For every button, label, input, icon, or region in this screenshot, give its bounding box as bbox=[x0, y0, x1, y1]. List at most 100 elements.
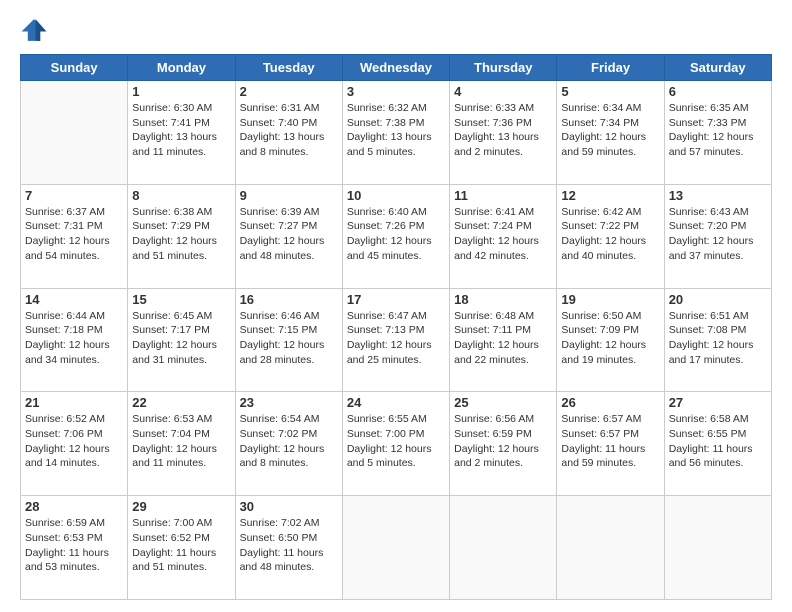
daylight-text: Daylight: 12 hours and 19 minutes. bbox=[561, 338, 659, 367]
sunrise-text: Sunrise: 6:33 AM bbox=[454, 101, 552, 116]
day-number: 5 bbox=[561, 84, 659, 99]
sunrise-text: Sunrise: 6:43 AM bbox=[669, 205, 767, 220]
sunset-text: Sunset: 6:50 PM bbox=[240, 531, 338, 546]
day-number: 3 bbox=[347, 84, 445, 99]
sunset-text: Sunset: 7:34 PM bbox=[561, 116, 659, 131]
sunrise-text: Sunrise: 6:39 AM bbox=[240, 205, 338, 220]
calendar-cell: 18 Sunrise: 6:48 AM Sunset: 7:11 PM Dayl… bbox=[450, 288, 557, 392]
calendar-week-row: 21 Sunrise: 6:52 AM Sunset: 7:06 PM Dayl… bbox=[21, 392, 772, 496]
sunrise-text: Sunrise: 6:56 AM bbox=[454, 412, 552, 427]
daylight-text: Daylight: 12 hours and 34 minutes. bbox=[25, 338, 123, 367]
day-number: 23 bbox=[240, 395, 338, 410]
sunrise-text: Sunrise: 6:37 AM bbox=[25, 205, 123, 220]
weekday-header: Tuesday bbox=[235, 55, 342, 81]
calendar-cell bbox=[664, 496, 771, 600]
sunrise-text: Sunrise: 6:40 AM bbox=[347, 205, 445, 220]
calendar-week-row: 7 Sunrise: 6:37 AM Sunset: 7:31 PM Dayli… bbox=[21, 184, 772, 288]
sunset-text: Sunset: 7:31 PM bbox=[25, 219, 123, 234]
logo-icon bbox=[20, 16, 48, 44]
sunrise-text: Sunrise: 6:45 AM bbox=[132, 309, 230, 324]
calendar-cell: 22 Sunrise: 6:53 AM Sunset: 7:04 PM Dayl… bbox=[128, 392, 235, 496]
day-number: 27 bbox=[669, 395, 767, 410]
day-number: 11 bbox=[454, 188, 552, 203]
day-number: 7 bbox=[25, 188, 123, 203]
sunset-text: Sunset: 6:52 PM bbox=[132, 531, 230, 546]
calendar-cell bbox=[557, 496, 664, 600]
sunset-text: Sunset: 7:06 PM bbox=[25, 427, 123, 442]
calendar-week-row: 1 Sunrise: 6:30 AM Sunset: 7:41 PM Dayli… bbox=[21, 81, 772, 185]
sunrise-text: Sunrise: 6:34 AM bbox=[561, 101, 659, 116]
day-number: 9 bbox=[240, 188, 338, 203]
calendar-cell: 15 Sunrise: 6:45 AM Sunset: 7:17 PM Dayl… bbox=[128, 288, 235, 392]
day-number: 10 bbox=[347, 188, 445, 203]
calendar-cell: 4 Sunrise: 6:33 AM Sunset: 7:36 PM Dayli… bbox=[450, 81, 557, 185]
day-number: 17 bbox=[347, 292, 445, 307]
calendar-cell: 30 Sunrise: 7:02 AM Sunset: 6:50 PM Dayl… bbox=[235, 496, 342, 600]
sunrise-text: Sunrise: 6:47 AM bbox=[347, 309, 445, 324]
calendar-cell: 6 Sunrise: 6:35 AM Sunset: 7:33 PM Dayli… bbox=[664, 81, 771, 185]
header bbox=[20, 16, 772, 44]
sunrise-text: Sunrise: 6:48 AM bbox=[454, 309, 552, 324]
sunset-text: Sunset: 7:17 PM bbox=[132, 323, 230, 338]
sunset-text: Sunset: 7:02 PM bbox=[240, 427, 338, 442]
calendar-week-row: 14 Sunrise: 6:44 AM Sunset: 7:18 PM Dayl… bbox=[21, 288, 772, 392]
weekday-header: Friday bbox=[557, 55, 664, 81]
day-number: 14 bbox=[25, 292, 123, 307]
daylight-text: Daylight: 11 hours and 59 minutes. bbox=[561, 442, 659, 471]
sunset-text: Sunset: 6:55 PM bbox=[669, 427, 767, 442]
calendar-cell: 11 Sunrise: 6:41 AM Sunset: 7:24 PM Dayl… bbox=[450, 184, 557, 288]
sunrise-text: Sunrise: 6:42 AM bbox=[561, 205, 659, 220]
daylight-text: Daylight: 12 hours and 45 minutes. bbox=[347, 234, 445, 263]
calendar-cell: 1 Sunrise: 6:30 AM Sunset: 7:41 PM Dayli… bbox=[128, 81, 235, 185]
day-number: 16 bbox=[240, 292, 338, 307]
calendar-cell: 25 Sunrise: 6:56 AM Sunset: 6:59 PM Dayl… bbox=[450, 392, 557, 496]
calendar-cell: 20 Sunrise: 6:51 AM Sunset: 7:08 PM Dayl… bbox=[664, 288, 771, 392]
daylight-text: Daylight: 11 hours and 53 minutes. bbox=[25, 546, 123, 575]
sunrise-text: Sunrise: 6:35 AM bbox=[669, 101, 767, 116]
calendar-cell: 19 Sunrise: 6:50 AM Sunset: 7:09 PM Dayl… bbox=[557, 288, 664, 392]
calendar-cell: 13 Sunrise: 6:43 AM Sunset: 7:20 PM Dayl… bbox=[664, 184, 771, 288]
sunrise-text: Sunrise: 6:30 AM bbox=[132, 101, 230, 116]
weekday-header: Wednesday bbox=[342, 55, 449, 81]
sunset-text: Sunset: 7:33 PM bbox=[669, 116, 767, 131]
day-number: 28 bbox=[25, 499, 123, 514]
day-number: 25 bbox=[454, 395, 552, 410]
sunrise-text: Sunrise: 6:41 AM bbox=[454, 205, 552, 220]
sunrise-text: Sunrise: 6:44 AM bbox=[25, 309, 123, 324]
day-number: 22 bbox=[132, 395, 230, 410]
calendar-cell: 12 Sunrise: 6:42 AM Sunset: 7:22 PM Dayl… bbox=[557, 184, 664, 288]
calendar-cell: 21 Sunrise: 6:52 AM Sunset: 7:06 PM Dayl… bbox=[21, 392, 128, 496]
weekday-header: Thursday bbox=[450, 55, 557, 81]
sunset-text: Sunset: 6:53 PM bbox=[25, 531, 123, 546]
sunrise-text: Sunrise: 7:02 AM bbox=[240, 516, 338, 531]
daylight-text: Daylight: 13 hours and 11 minutes. bbox=[132, 130, 230, 159]
calendar-cell: 7 Sunrise: 6:37 AM Sunset: 7:31 PM Dayli… bbox=[21, 184, 128, 288]
daylight-text: Daylight: 12 hours and 14 minutes. bbox=[25, 442, 123, 471]
sunrise-text: Sunrise: 6:59 AM bbox=[25, 516, 123, 531]
day-number: 15 bbox=[132, 292, 230, 307]
sunset-text: Sunset: 7:27 PM bbox=[240, 219, 338, 234]
daylight-text: Daylight: 13 hours and 5 minutes. bbox=[347, 130, 445, 159]
daylight-text: Daylight: 12 hours and 37 minutes. bbox=[669, 234, 767, 263]
sunset-text: Sunset: 7:41 PM bbox=[132, 116, 230, 131]
daylight-text: Daylight: 13 hours and 2 minutes. bbox=[454, 130, 552, 159]
calendar-cell: 14 Sunrise: 6:44 AM Sunset: 7:18 PM Dayl… bbox=[21, 288, 128, 392]
daylight-text: Daylight: 12 hours and 31 minutes. bbox=[132, 338, 230, 367]
sunset-text: Sunset: 7:09 PM bbox=[561, 323, 659, 338]
sunrise-text: Sunrise: 6:54 AM bbox=[240, 412, 338, 427]
daylight-text: Daylight: 12 hours and 8 minutes. bbox=[240, 442, 338, 471]
day-number: 4 bbox=[454, 84, 552, 99]
sunset-text: Sunset: 7:24 PM bbox=[454, 219, 552, 234]
daylight-text: Daylight: 12 hours and 11 minutes. bbox=[132, 442, 230, 471]
sunrise-text: Sunrise: 6:57 AM bbox=[561, 412, 659, 427]
calendar-cell: 17 Sunrise: 6:47 AM Sunset: 7:13 PM Dayl… bbox=[342, 288, 449, 392]
day-number: 19 bbox=[561, 292, 659, 307]
daylight-text: Daylight: 12 hours and 48 minutes. bbox=[240, 234, 338, 263]
calendar-cell: 2 Sunrise: 6:31 AM Sunset: 7:40 PM Dayli… bbox=[235, 81, 342, 185]
calendar-cell: 16 Sunrise: 6:46 AM Sunset: 7:15 PM Dayl… bbox=[235, 288, 342, 392]
sunrise-text: Sunrise: 6:52 AM bbox=[25, 412, 123, 427]
calendar-cell: 3 Sunrise: 6:32 AM Sunset: 7:38 PM Dayli… bbox=[342, 81, 449, 185]
daylight-text: Daylight: 11 hours and 48 minutes. bbox=[240, 546, 338, 575]
calendar-cell bbox=[342, 496, 449, 600]
calendar-cell: 23 Sunrise: 6:54 AM Sunset: 7:02 PM Dayl… bbox=[235, 392, 342, 496]
